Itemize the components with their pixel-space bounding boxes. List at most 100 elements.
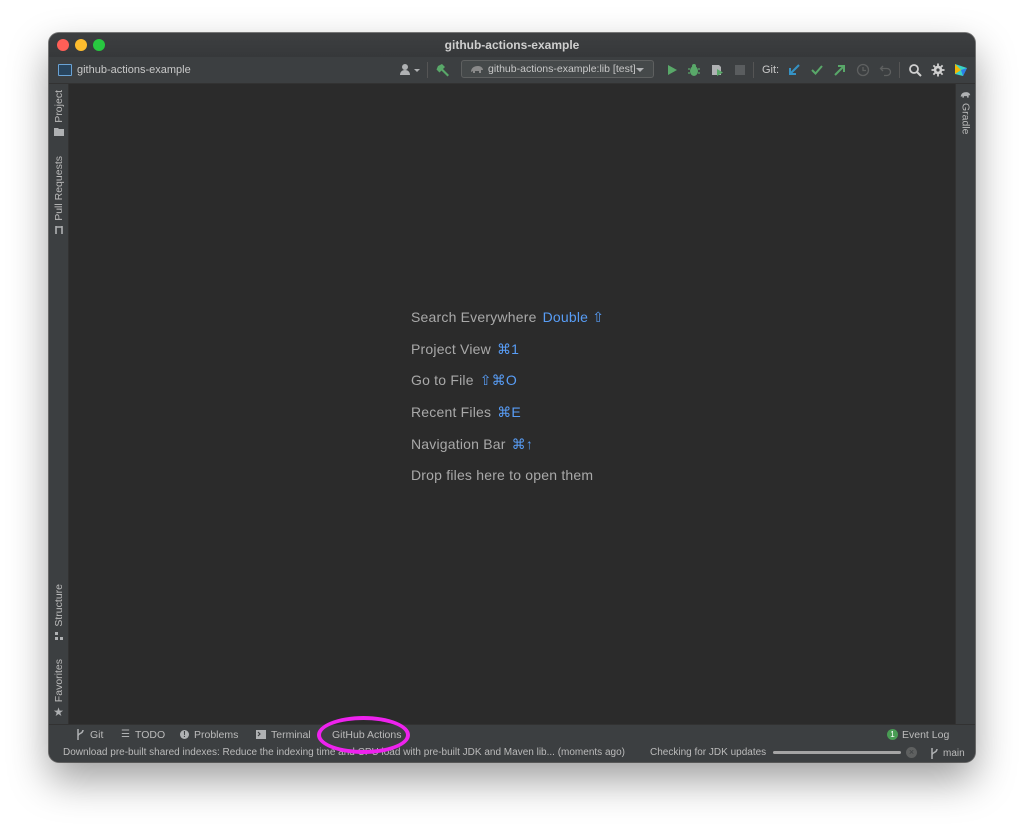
stop-button[interactable] <box>735 57 745 83</box>
hint-text: Recent Files <box>411 404 492 421</box>
bottom-tool-window-bar: Git ☰ TODO ! Problems Terminal GitHub Ac… <box>49 724 975 744</box>
hint-shortcut: ⌘1 <box>496 340 520 357</box>
hammer-icon <box>436 64 449 77</box>
hint-shortcut: ⌘E <box>497 404 521 421</box>
right-tool-window-bar: Gradle <box>955 84 975 725</box>
hint-shortcut: ⌘↑ <box>511 435 534 452</box>
tool-window-structure[interactable]: Structure <box>49 584 68 641</box>
structure-icon <box>54 631 63 640</box>
tab-terminal[interactable]: Terminal <box>256 725 311 744</box>
tool-window-favorites[interactable]: Favorites ★ <box>49 659 68 719</box>
gradle-elephant-icon <box>960 92 971 98</box>
tool-window-label: Gradle <box>959 103 972 135</box>
search-everywhere-button[interactable] <box>908 57 922 83</box>
debug-button[interactable] <box>687 57 701 83</box>
run-configuration-selector[interactable]: github-actions-example:lib [test] <box>461 60 654 78</box>
tool-window-label: Favorites <box>52 659 65 703</box>
minimize-window-button[interactable] <box>75 39 87 51</box>
run-configuration-label: github-actions-example:lib [test] <box>488 63 636 75</box>
event-count-badge: 1 <box>887 729 898 740</box>
star-icon: ★ <box>53 705 64 720</box>
tool-window-label: Pull Requests <box>52 156 65 221</box>
background-task-label[interactable]: Checking for JDK updates <box>650 744 766 762</box>
main-toolbar: github-actions-example github-actions-ex… <box>49 57 975 84</box>
status-bar: Download pre-built shared indexes: Reduc… <box>49 744 975 762</box>
play-icon <box>668 65 677 75</box>
chevron-down-icon <box>636 68 644 72</box>
branch-name: main <box>943 747 965 759</box>
background-task-progress <box>773 751 901 754</box>
arrow-down-left-icon <box>789 64 800 75</box>
git-branch-icon <box>931 747 938 759</box>
tab-label: Git <box>90 728 104 741</box>
hint-search-everywhere: Search Everywhere Double ⇧ <box>411 307 604 339</box>
zoom-window-button[interactable] <box>93 39 105 51</box>
gear-icon <box>931 63 945 77</box>
git-branch-icon <box>77 729 84 740</box>
settings-button[interactable] <box>931 57 945 83</box>
tool-window-label: Structure <box>52 584 65 627</box>
hint-shortcut: ⇧⌘O <box>479 372 517 389</box>
github-actions-highlight-circle <box>317 716 410 754</box>
tool-window-project[interactable]: Project <box>49 90 68 136</box>
tab-problems[interactable]: ! Problems <box>180 725 238 744</box>
git-update-button[interactable] <box>787 57 801 83</box>
git-commit-button[interactable] <box>810 57 824 83</box>
toolbar-separator <box>753 62 754 78</box>
hint-text: Search Everywhere <box>411 309 537 325</box>
editor-area[interactable]: Search Everywhere Double ⇧ Project View ⌘1… <box>69 84 955 725</box>
tab-label: TODO <box>134 728 166 741</box>
tool-window-gradle[interactable]: Gradle <box>956 90 975 135</box>
hint-text: Drop files here to open them <box>411 467 594 484</box>
tab-label: Problems <box>194 728 239 741</box>
arrow-up-right-icon <box>834 65 845 76</box>
hint-text: Navigation Bar <box>411 435 506 452</box>
hint-text: Project View <box>411 340 491 357</box>
git-push-button[interactable] <box>833 57 847 83</box>
list-icon: ☰ <box>121 729 130 740</box>
git-branch-widget[interactable]: main <box>930 744 965 762</box>
bug-icon <box>688 64 700 76</box>
warning-icon: ! <box>180 730 189 739</box>
build-button[interactable] <box>436 57 450 83</box>
close-window-button[interactable] <box>57 39 69 51</box>
undo-icon <box>879 65 892 77</box>
terminal-icon <box>256 730 266 739</box>
hint-shortcut: Double ⇧ <box>542 309 605 325</box>
clock-icon <box>856 63 870 77</box>
title-bar: github-actions-example <box>49 33 975 57</box>
git-label: Git: <box>762 64 780 76</box>
ide-logo-button[interactable] <box>954 57 968 83</box>
tool-window-label: Project <box>52 90 65 123</box>
toolbar-separator <box>427 62 428 78</box>
hint-recent-files: Recent Files ⌘E <box>411 402 604 434</box>
tool-window-pull-requests[interactable]: Pull Requests <box>49 156 68 235</box>
empty-editor-hints: Search Everywhere Double ⇧ Project View ⌘1… <box>411 307 604 497</box>
user-icon <box>400 64 420 75</box>
git-history-button[interactable] <box>856 57 870 83</box>
run-with-coverage-button[interactable] <box>710 57 724 83</box>
tab-git[interactable]: Git <box>76 725 103 744</box>
folder-icon <box>53 127 64 136</box>
hint-go-to-file: Go to File ⇧⌘O <box>411 370 604 402</box>
window-title: github-actions-example <box>444 38 580 52</box>
tab-todo[interactable]: ☰ TODO <box>121 725 165 744</box>
tab-event-log[interactable]: 1 Event Log <box>887 725 949 744</box>
hint-navigation-bar: Navigation Bar ⌘↑ <box>411 434 604 466</box>
git-rollback-button[interactable] <box>879 57 893 83</box>
tab-label: Terminal <box>271 728 311 741</box>
pull-request-icon <box>54 225 63 234</box>
hint-project-view: Project View ⌘1 <box>411 339 604 371</box>
project-breadcrumb[interactable]: github-actions-example <box>58 57 191 83</box>
run-button[interactable] <box>666 57 678 83</box>
tab-label: Event Log <box>902 728 950 741</box>
toolbar-separator <box>899 62 900 78</box>
account-button[interactable] <box>399 57 421 83</box>
hint-text: Go to File <box>411 372 474 389</box>
left-tool-window-bar: Project Pull Requests Structure Favorite… <box>49 84 69 725</box>
gradle-elephant-icon <box>471 66 483 73</box>
hint-drop-files: Drop files here to open them <box>411 465 604 497</box>
project-name: github-actions-example <box>77 64 191 76</box>
cancel-task-icon[interactable]: × <box>906 747 917 758</box>
stop-icon <box>735 65 745 75</box>
